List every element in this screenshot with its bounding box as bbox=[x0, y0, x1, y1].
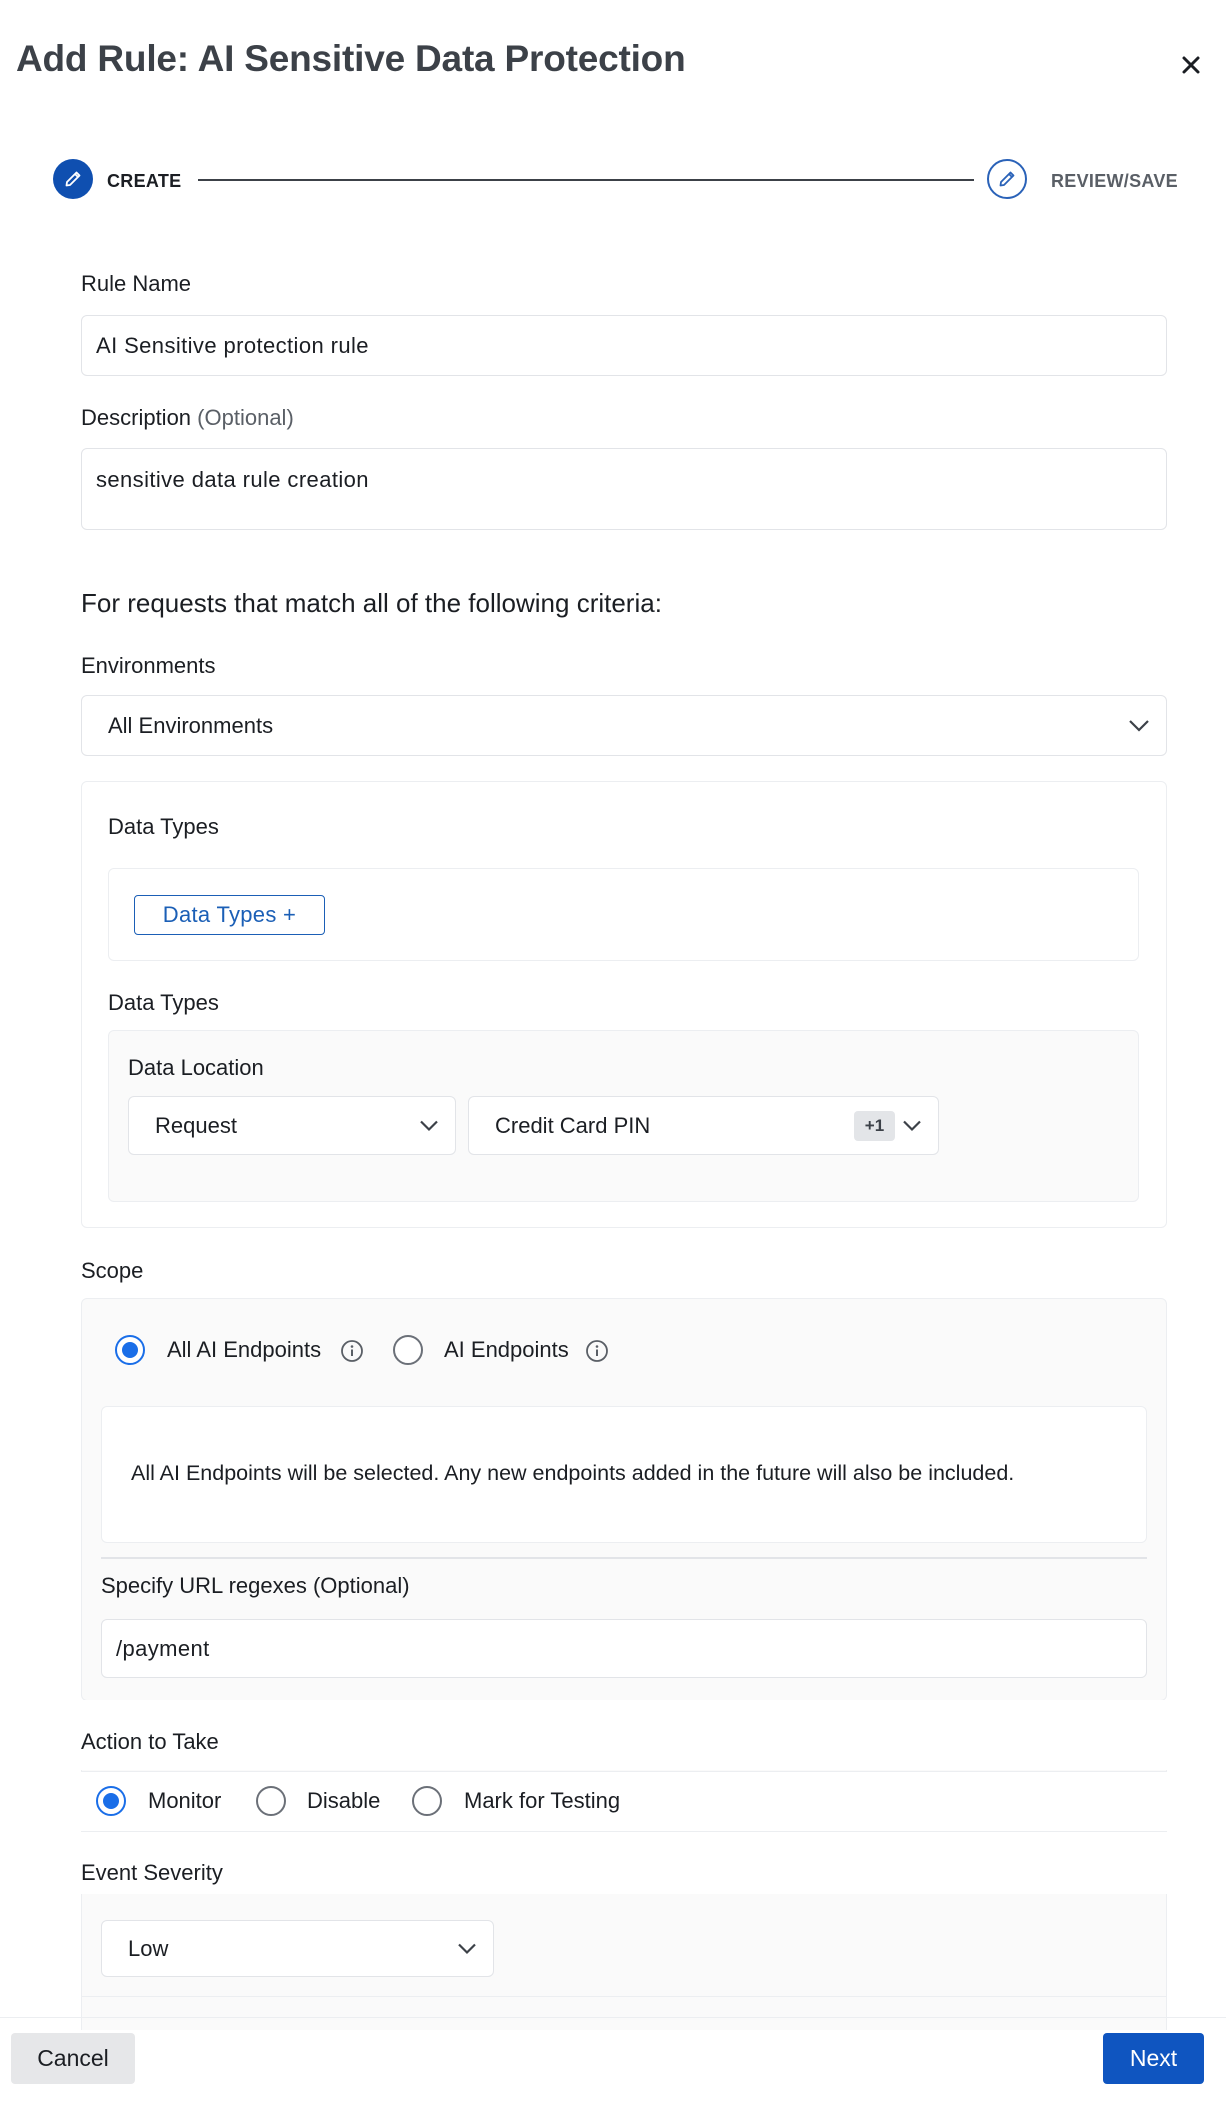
criteria-heading: For requests that match all of the follo… bbox=[81, 588, 662, 618]
chevron-down-icon bbox=[903, 1120, 921, 1131]
step-review-indicator bbox=[987, 159, 1027, 199]
action-mark-testing-radio[interactable] bbox=[412, 1786, 442, 1816]
data-types-heading: Data Types bbox=[108, 814, 219, 839]
dialog-title: Add Rule: AI Sensitive Data Protection bbox=[16, 38, 686, 79]
action-monitor-label: Monitor bbox=[148, 1788, 222, 1813]
environments-select[interactable]: All Environments bbox=[81, 695, 1167, 756]
step-review-label: REVIEW/SAVE bbox=[1051, 171, 1178, 191]
severity-selected-value: Low bbox=[128, 1935, 169, 1961]
description-label: Description (Optional) bbox=[81, 405, 294, 431]
action-disable-radio[interactable] bbox=[256, 1786, 286, 1816]
scope-specific-endpoints-radio[interactable] bbox=[393, 1335, 423, 1365]
description-label-text: Description bbox=[81, 405, 192, 430]
data-types-selected-value: Credit Card PIN bbox=[495, 1112, 651, 1138]
data-location-selected-value: Request bbox=[155, 1112, 237, 1138]
chevron-down-icon bbox=[420, 1120, 438, 1131]
close-icon bbox=[1182, 56, 1200, 74]
stepper-connector bbox=[198, 179, 974, 181]
environments-selected-value: All Environments bbox=[108, 712, 274, 738]
environments-label: Environments bbox=[81, 653, 216, 678]
scope-all-endpoints-label: All AI Endpoints bbox=[167, 1337, 322, 1362]
data-location-select[interactable]: Request bbox=[128, 1096, 456, 1155]
data-location-label: Data Location bbox=[128, 1055, 264, 1080]
data-types-sub-label: Data Types bbox=[108, 990, 219, 1015]
description-optional-hint: (Optional) bbox=[197, 405, 294, 430]
rule-name-label: Rule Name bbox=[81, 271, 192, 296]
close-button[interactable] bbox=[1176, 50, 1206, 80]
scope-divider bbox=[101, 1557, 1147, 1559]
action-label: Action to Take bbox=[81, 1729, 219, 1754]
description-textarea[interactable]: sensitive data rule creation bbox=[81, 448, 1167, 530]
next-button[interactable]: Next bbox=[1103, 2033, 1204, 2084]
action-monitor-radio[interactable] bbox=[96, 1786, 126, 1816]
more-selected-badge: +1 bbox=[854, 1111, 895, 1141]
scope-label: Scope bbox=[81, 1258, 144, 1283]
info-icon[interactable] bbox=[585, 1339, 609, 1363]
chevron-down-icon bbox=[458, 1943, 476, 1954]
action-disable-label: Disable bbox=[307, 1788, 381, 1813]
step-create-indicator bbox=[53, 159, 93, 199]
chevron-down-icon bbox=[1129, 719, 1149, 732]
severity-label-row bbox=[81, 1832, 1167, 1894]
action-options-row bbox=[81, 1771, 1167, 1832]
scope-all-endpoints-radio[interactable] bbox=[115, 1335, 145, 1365]
rule-name-input[interactable]: AI Sensitive protection rule bbox=[81, 315, 1167, 376]
scope-info-text: All AI Endpoints will be selected. Any n… bbox=[131, 1461, 1015, 1485]
cancel-button[interactable]: Cancel bbox=[11, 2033, 135, 2084]
url-regex-label-text: Specify URL regexes bbox=[101, 1573, 307, 1598]
step-create-label: CREATE bbox=[107, 171, 182, 191]
add-data-types-button[interactable]: Data Types + bbox=[134, 895, 325, 935]
severity-section-divider bbox=[81, 1996, 1167, 1997]
pencil-icon bbox=[65, 171, 81, 187]
url-regex-optional-hint: (Optional) bbox=[312, 1573, 410, 1598]
severity-select[interactable]: Low bbox=[101, 1920, 494, 1977]
severity-label: Event Severity bbox=[81, 1860, 223, 1885]
data-types-multiselect[interactable]: Credit Card PIN +1 bbox=[468, 1096, 939, 1155]
info-icon[interactable] bbox=[340, 1339, 364, 1363]
action-mark-testing-label: Mark for Testing bbox=[464, 1788, 621, 1813]
action-label-row bbox=[81, 1700, 1167, 1770]
url-regex-label: Specify URL regexes (Optional) bbox=[101, 1573, 410, 1599]
url-regex-input[interactable]: /payment bbox=[101, 1619, 1147, 1678]
scope-specific-endpoints-label: AI Endpoints bbox=[444, 1337, 569, 1362]
footer-divider bbox=[0, 2017, 1226, 2018]
pencil-icon bbox=[999, 171, 1015, 187]
